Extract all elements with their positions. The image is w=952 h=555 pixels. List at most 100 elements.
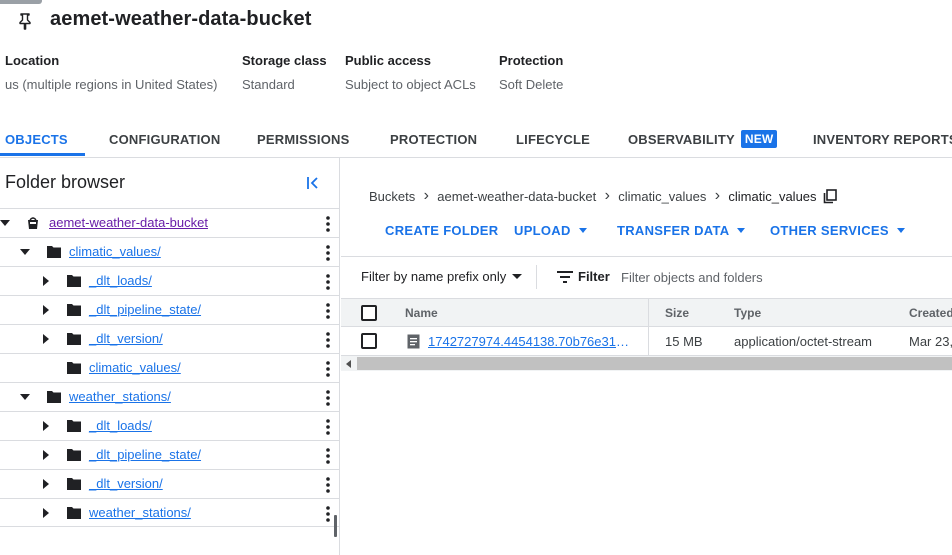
tree-item-folder[interactable]: _dlt_version/ xyxy=(0,469,340,498)
more-vert-icon[interactable] xyxy=(322,302,334,320)
folder-icon xyxy=(67,449,81,461)
expand-right-icon[interactable] xyxy=(41,276,51,286)
new-badge: NEW xyxy=(740,130,778,148)
column-header-type[interactable]: Type xyxy=(734,306,761,320)
expand-right-icon[interactable] xyxy=(41,450,51,460)
breadcrumb-folder[interactable]: climatic_values xyxy=(618,189,706,204)
tree-item-folder[interactable]: _dlt_pipeline_state/ xyxy=(0,440,340,469)
chevron-right-icon: › xyxy=(604,187,610,204)
tab-inventory-reports[interactable]: INVENTORY REPORTS xyxy=(813,122,952,158)
tree-item-folder[interactable]: climatic_values/ xyxy=(0,353,340,382)
table-row[interactable]: 1742727974.4454138.70b76e310… 15 MB appl… xyxy=(341,327,952,356)
tree-label[interactable]: _dlt_version/ xyxy=(89,476,163,491)
tree-item-folder[interactable]: weather_stations/ xyxy=(0,382,340,411)
protection-value: Soft Delete xyxy=(499,77,564,92)
dropdown-arrow-icon xyxy=(512,274,523,279)
filter-prefix-label: Filter by name prefix only xyxy=(361,269,507,284)
meta-storage-class: Storage class Standard xyxy=(242,52,327,94)
select-all-checkbox[interactable] xyxy=(361,305,377,321)
expand-down-icon[interactable] xyxy=(20,392,30,402)
expand-right-icon[interactable] xyxy=(41,479,51,489)
more-vert-icon[interactable] xyxy=(322,244,334,262)
more-vert-icon[interactable] xyxy=(322,418,334,436)
tree-scrollbar[interactable] xyxy=(334,515,337,537)
dropdown-arrow-icon xyxy=(896,228,905,233)
tree-item-folder[interactable]: _dlt_pipeline_state/ xyxy=(0,295,340,324)
tab-observability[interactable]: OBSERVABILITY NEW xyxy=(628,122,778,158)
folder-browser-title: Folder browser xyxy=(5,172,126,192)
filter-label: Filter xyxy=(578,269,610,284)
other-services-button[interactable]: OTHER SERVICES xyxy=(770,223,905,238)
scrollbar-thumb[interactable] xyxy=(357,357,952,370)
tree-label[interactable]: _dlt_pipeline_state/ xyxy=(89,302,201,317)
expand-right-icon[interactable] xyxy=(41,305,51,315)
more-vert-icon[interactable] xyxy=(322,360,334,378)
transfer-data-button[interactable]: TRANSFER DATA xyxy=(617,223,746,238)
tree-item-folder[interactable]: _dlt_loads/ xyxy=(0,266,340,295)
meta-public-access: Public access Subject to object ACLs xyxy=(345,52,476,94)
tab-protection[interactable]: PROTECTION xyxy=(390,122,477,158)
expand-right-icon[interactable] xyxy=(41,421,51,431)
expand-down-icon[interactable] xyxy=(20,247,30,257)
breadcrumb-bucket[interactable]: aemet-weather-data-bucket xyxy=(437,189,596,204)
tree-label[interactable]: _dlt_loads/ xyxy=(89,418,152,433)
folder-icon xyxy=(67,478,81,490)
tree-item-folder[interactable]: _dlt_version/ xyxy=(0,324,340,353)
object-created: Mar 23, xyxy=(909,334,952,349)
more-vert-icon[interactable] xyxy=(322,215,334,233)
tree-item-bucket[interactable]: aemet-weather-data-bucket xyxy=(0,208,340,237)
collapse-panel-icon[interactable] xyxy=(305,175,321,191)
tab-observability-label: OBSERVABILITY xyxy=(628,132,735,147)
column-header-name[interactable]: Name xyxy=(405,306,438,320)
upload-button[interactable]: UPLOAD xyxy=(514,223,587,238)
more-vert-icon[interactable] xyxy=(322,273,334,291)
tab-lifecycle[interactable]: LIFECYCLE xyxy=(516,122,590,158)
tree-label[interactable]: _dlt_pipeline_state/ xyxy=(89,447,201,462)
pin-icon[interactable] xyxy=(17,12,33,30)
more-vert-icon[interactable] xyxy=(322,476,334,494)
tree-item-folder[interactable]: _dlt_loads/ xyxy=(0,411,340,440)
filter-input[interactable] xyxy=(617,265,937,289)
more-vert-icon[interactable] xyxy=(322,389,334,407)
scroll-left-icon[interactable] xyxy=(344,359,354,369)
tab-bar: OBJECTS CONFIGURATION PERMISSIONS PROTEC… xyxy=(0,122,952,158)
meta-location: Location us (multiple regions in United … xyxy=(5,52,217,94)
breadcrumb: Buckets › aemet-weather-data-bucket › cl… xyxy=(369,187,837,205)
column-header-created[interactable]: Created xyxy=(909,306,952,320)
location-label: Location xyxy=(5,53,60,68)
column-resize-handle[interactable] xyxy=(648,299,649,327)
tree-label[interactable]: climatic_values/ xyxy=(69,244,161,259)
more-vert-icon[interactable] xyxy=(322,505,334,523)
tree-label[interactable]: weather_stations/ xyxy=(69,389,171,404)
more-vert-icon[interactable] xyxy=(322,447,334,465)
row-checkbox[interactable] xyxy=(361,333,377,349)
page-header: aemet-weather-data-bucket xyxy=(0,0,952,44)
folder-icon xyxy=(67,304,81,316)
storage-class-value: Standard xyxy=(242,77,295,92)
tree-label[interactable]: _dlt_loads/ xyxy=(89,273,152,288)
tree-label[interactable]: _dlt_version/ xyxy=(89,331,163,346)
tab-configuration[interactable]: CONFIGURATION xyxy=(109,122,220,158)
horizontal-scrollbar[interactable] xyxy=(341,356,952,371)
expand-down-icon[interactable] xyxy=(0,218,10,228)
folder-icon xyxy=(67,333,81,345)
more-vert-icon[interactable] xyxy=(322,331,334,349)
filter-prefix-dropdown[interactable]: Filter by name prefix only xyxy=(361,269,523,284)
tree-label[interactable]: weather_stations/ xyxy=(89,505,191,520)
tree-label[interactable]: aemet-weather-data-bucket xyxy=(49,215,208,230)
tree-item-folder[interactable]: weather_stations/ xyxy=(0,498,340,527)
copy-icon[interactable] xyxy=(823,188,837,204)
tab-permissions[interactable]: PERMISSIONS xyxy=(257,122,350,158)
tree-item-folder[interactable]: climatic_values/ xyxy=(0,237,340,266)
tree-label[interactable]: climatic_values/ xyxy=(89,360,181,375)
object-name-link[interactable]: 1742727974.4454138.70b76e310… xyxy=(428,334,634,349)
create-folder-button[interactable]: CREATE FOLDER xyxy=(385,223,498,238)
expand-right-icon[interactable] xyxy=(41,508,51,518)
breadcrumb-buckets[interactable]: Buckets xyxy=(369,189,415,204)
expand-right-icon[interactable] xyxy=(41,334,51,344)
column-header-size[interactable]: Size xyxy=(665,306,689,320)
dropdown-arrow-icon xyxy=(737,228,746,233)
filter-bar: Filter by name prefix only Filter xyxy=(341,256,952,296)
object-type: application/octet-stream xyxy=(734,334,873,349)
chevron-right-icon: › xyxy=(423,187,429,204)
